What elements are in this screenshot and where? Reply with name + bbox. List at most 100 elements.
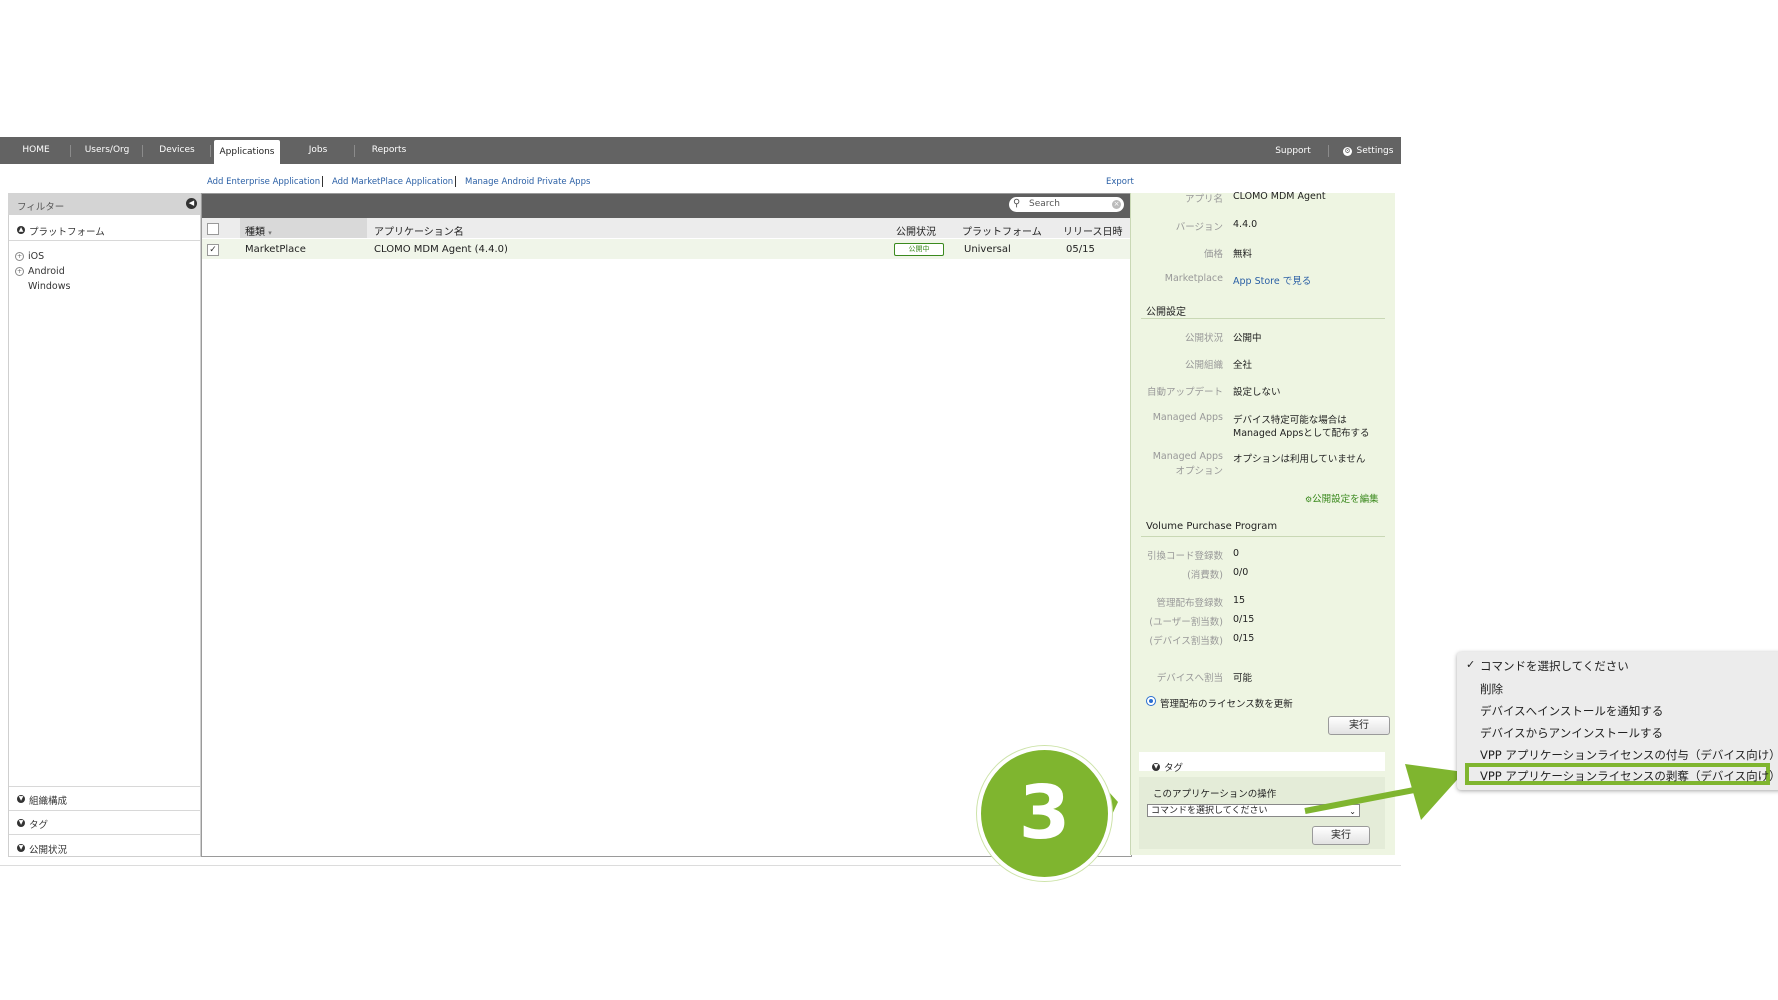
select-all-checkbox[interactable]	[207, 223, 219, 235]
row-release-date: 05/15	[1066, 244, 1095, 255]
divider	[9, 834, 200, 835]
nav-applications[interactable]: Applications	[214, 140, 280, 164]
app-name-value: CLOMO MDM Agent	[1233, 191, 1326, 202]
price-value: 無料	[1233, 249, 1253, 260]
collapse-left-icon[interactable]: ◀	[186, 198, 197, 209]
nav-devices[interactable]: Devices	[152, 137, 202, 164]
status-badge: 公開中	[894, 243, 944, 256]
search-placeholder: Search	[1029, 199, 1060, 209]
update-license-radio[interactable]	[1146, 696, 1156, 706]
device-assignable-label: デバイスへ割当	[1156, 673, 1223, 684]
managed-opt-label-1: Managed Apps	[1152, 451, 1223, 462]
menu-item-vpp-revoke[interactable]: VPP アプリケーションライセンスの剥奪（デバイス向け）	[1480, 768, 1778, 784]
search-icon: ⚲	[1013, 198, 1021, 209]
user-assign-label: (ユーザー割当数)	[1149, 617, 1223, 628]
divider	[9, 240, 200, 241]
managed-apps-line1: デバイス特定可能な場合は	[1233, 415, 1347, 426]
footer-divider	[0, 865, 1401, 866]
nav-users-org[interactable]: Users/Org	[80, 137, 134, 164]
search-input[interactable]	[1009, 197, 1124, 212]
edit-publish-settings-link[interactable]: ⚙公開設定を編集	[1305, 491, 1379, 505]
add-marketplace-app-link[interactable]: Add MarketPlace Application	[332, 177, 453, 187]
marketplace-label: Marketplace	[1164, 273, 1223, 284]
clear-search-icon[interactable]: ×	[1112, 200, 1121, 209]
row-platform: Universal	[964, 244, 1011, 255]
nav-jobs[interactable]: Jobs	[292, 137, 344, 164]
divider	[1141, 318, 1385, 319]
col-release-date[interactable]: リリース日時	[1063, 223, 1123, 238]
filter-panel	[8, 193, 201, 857]
row-checkbox[interactable]: ✓	[207, 244, 219, 256]
redeem-count-label: 引換コード登録数	[1146, 551, 1223, 562]
filter-tag-section[interactable]: タグ	[29, 817, 48, 831]
expand-down-icon[interactable]: ▼	[17, 819, 25, 827]
add-circle-icon[interactable]: +	[15, 267, 24, 276]
step-number: 3	[1018, 770, 1071, 856]
add-enterprise-app-link[interactable]: Add Enterprise Application	[207, 177, 320, 187]
version-label: バージョン	[1175, 222, 1223, 233]
price-label: 価格	[1203, 249, 1223, 260]
app-store-link[interactable]: App Store で見る	[1233, 273, 1311, 287]
version-value: 4.4.0	[1233, 219, 1258, 230]
menu-item-select-command[interactable]: コマンドを選択してください	[1480, 658, 1629, 674]
gear-icon[interactable]: ⚙	[1343, 147, 1352, 156]
redeem-count-value: 0	[1233, 548, 1240, 559]
nav-settings[interactable]: Settings	[1352, 138, 1398, 165]
col-platform[interactable]: プラットフォーム	[962, 223, 1042, 238]
checkmark-icon: ✓	[1466, 658, 1476, 671]
col-app-name[interactable]: アプリケーション名	[374, 223, 464, 238]
user-assign-value: 0/15	[1233, 614, 1255, 625]
nav-separator	[1328, 145, 1329, 157]
filter-status-section[interactable]: 公開状況	[29, 842, 67, 856]
nav-separator	[70, 145, 71, 157]
sort-caret-icon: ▾	[268, 229, 272, 237]
menu-item-delete[interactable]: 削除	[1480, 681, 1503, 697]
expand-down-icon[interactable]: ▼	[17, 844, 25, 852]
col-status[interactable]: 公開状況	[896, 223, 936, 238]
run-button[interactable]: 実行	[1328, 716, 1390, 735]
update-license-label[interactable]: 管理配布のライセンス数を更新	[1160, 696, 1293, 710]
manage-android-private-apps-link[interactable]: Manage Android Private Apps	[465, 177, 590, 187]
filter-platform-section[interactable]: プラットフォーム	[29, 224, 105, 238]
expand-up-icon[interactable]: ▲	[17, 226, 25, 234]
managed-opt-label-2: オプション	[1175, 466, 1223, 477]
pub-org-value: 全社	[1233, 360, 1253, 371]
callout-arrow	[1080, 760, 1464, 840]
managed-dist-value: 15	[1233, 595, 1246, 606]
export-link[interactable]: Export	[1106, 177, 1134, 187]
filter-platform-android[interactable]: Android	[28, 266, 65, 277]
divider	[9, 810, 200, 811]
managed-dist-label: 管理配布登録数	[1156, 598, 1223, 609]
nav-separator	[210, 145, 211, 157]
nav-support[interactable]: Support	[1268, 138, 1318, 165]
managed-opt-value: オプションは利用していません	[1233, 454, 1366, 465]
filter-platform-ios[interactable]: iOS	[28, 251, 44, 262]
device-assign-value: 0/15	[1233, 633, 1255, 644]
auto-update-value: 設定しない	[1233, 387, 1281, 398]
app-name-label: アプリ名	[1184, 194, 1223, 205]
col-type[interactable]: 種類 ▾	[245, 223, 272, 238]
managed-apps-label: Managed Apps	[1152, 412, 1223, 423]
link-separator	[322, 176, 323, 187]
device-assignable-value: 可能	[1233, 673, 1253, 684]
menu-item-uninstall[interactable]: デバイスからアンインストールする	[1480, 725, 1663, 741]
nav-separator	[142, 145, 143, 157]
publish-settings-title: 公開設定	[1146, 307, 1186, 318]
menu-item-vpp-grant[interactable]: VPP アプリケーションライセンスの付与（デバイス向け）	[1480, 747, 1778, 763]
row-app-name[interactable]: CLOMO MDM Agent (4.4.0)	[374, 244, 508, 255]
device-assign-label: (デバイス割当数)	[1149, 636, 1223, 647]
filter-org-section[interactable]: 組織構成	[29, 793, 67, 807]
filter-platform-windows[interactable]: Windows	[28, 281, 70, 292]
expand-down-icon[interactable]: ▼	[17, 795, 25, 803]
vpp-section-title: Volume Purchase Program	[1146, 521, 1278, 532]
divider	[9, 786, 200, 787]
list-toolbar	[202, 194, 1130, 218]
nav-home[interactable]: HOME	[14, 137, 58, 164]
pub-org-label: 公開組織	[1184, 360, 1223, 371]
consumed-value: 0/0	[1233, 567, 1249, 578]
consumed-label: (消費数)	[1187, 570, 1223, 581]
nav-separator	[354, 145, 355, 157]
nav-reports[interactable]: Reports	[364, 137, 414, 164]
menu-item-notify-install[interactable]: デバイスへインストールを通知する	[1480, 703, 1663, 719]
add-circle-icon[interactable]: +	[15, 252, 24, 261]
